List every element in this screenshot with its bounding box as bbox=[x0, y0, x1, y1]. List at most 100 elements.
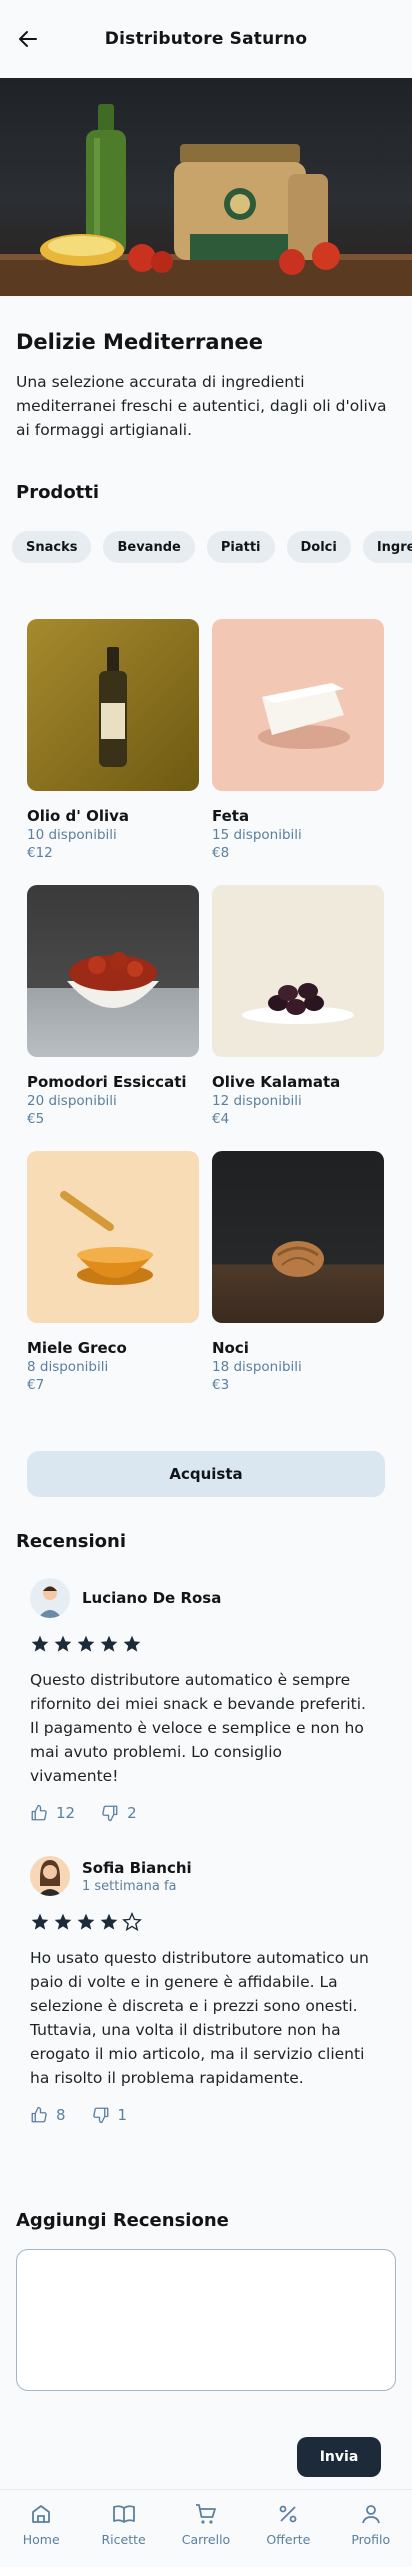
bottom-navigation: Home Ricette Carrello Offerte Profilo bbox=[0, 2489, 412, 2567]
product-price: €7 bbox=[27, 1377, 45, 1393]
olive-oil-bottle-illustration bbox=[99, 647, 127, 767]
review-text: Ho usato questo distributore automatico … bbox=[30, 1949, 369, 2087]
dislike-button[interactable]: 2 bbox=[101, 1804, 137, 1822]
product-card[interactable]: Miele Greco 8 disponibili €7 bbox=[27, 1151, 199, 1393]
review-item: Sofia Bianchi 1 settimana fa Ho usato qu… bbox=[30, 1856, 374, 2124]
star-filled-icon bbox=[100, 1635, 118, 1652]
product-stock: 12 disponibili bbox=[212, 1093, 302, 1109]
reviews-heading: Recensioni bbox=[16, 1531, 126, 1552]
avatar bbox=[30, 1856, 70, 1896]
product-price: €3 bbox=[212, 1377, 230, 1393]
app-header: Distributore Saturno bbox=[0, 0, 412, 78]
product-name: Miele Greco bbox=[27, 1339, 127, 1357]
nav-label: Home bbox=[22, 2532, 60, 2547]
cart-icon bbox=[195, 2504, 216, 2524]
star-filled-icon bbox=[100, 1913, 118, 1930]
star-rating bbox=[30, 1634, 374, 1654]
product-image bbox=[212, 1151, 384, 1323]
star-filled-icon bbox=[54, 1635, 72, 1652]
chip-piatti[interactable]: Piatti bbox=[206, 531, 275, 563]
product-card[interactable]: Noci 18 disponibili €3 bbox=[212, 1151, 384, 1393]
hero-illustration bbox=[0, 104, 412, 296]
review-time: 1 settimana fa bbox=[82, 1878, 177, 1894]
thumbs-down-icon bbox=[102, 1805, 118, 1822]
review-header: Sofia Bianchi 1 settimana fa bbox=[30, 1856, 374, 1896]
chip-bevande[interactable]: Bevande bbox=[103, 531, 195, 563]
thumbs-down-icon bbox=[92, 2107, 108, 2124]
like-count: 8 bbox=[56, 2106, 66, 2124]
product-image bbox=[212, 885, 384, 1057]
thumbs-up-icon bbox=[31, 1804, 47, 1821]
review-text: Questo distributore automatico è sempre … bbox=[30, 1671, 366, 1785]
nav-item-carrello[interactable]: Carrello bbox=[171, 2502, 241, 2567]
like-button[interactable]: 8 bbox=[30, 2106, 66, 2124]
products-heading: Prodotti bbox=[16, 482, 100, 503]
chip-dolci[interactable]: Dolci bbox=[286, 531, 351, 563]
product-stock: 15 disponibili bbox=[212, 827, 302, 843]
product-price: €8 bbox=[212, 845, 230, 861]
buy-button[interactable]: Acquista bbox=[27, 1451, 385, 1497]
page-title: Distributore Saturno bbox=[104, 29, 308, 49]
reviewer-name: Luciano De Rosa bbox=[82, 1589, 222, 1607]
product-price: €12 bbox=[27, 845, 53, 861]
nav-item-offerte[interactable]: Offerte bbox=[253, 2502, 323, 2567]
product-stock: 20 disponibili bbox=[27, 1093, 117, 1109]
product-card[interactable]: Pomodori Essiccati 20 disponibili €5 bbox=[27, 885, 199, 1127]
avatar bbox=[30, 1578, 70, 1618]
honey-illustration bbox=[60, 1190, 153, 1285]
review-actions: 8 1 bbox=[30, 2106, 374, 2124]
product-grid: Olio d' Oliva 10 disponibili €12 Feta 15… bbox=[27, 619, 412, 1393]
nav-item-ricette[interactable]: Ricette bbox=[89, 2502, 159, 2567]
olives-illustration bbox=[242, 983, 354, 1024]
product-image bbox=[27, 885, 199, 1057]
dislike-count: 1 bbox=[117, 2106, 128, 2124]
product-name: Olio d' Oliva bbox=[27, 807, 130, 825]
star-outline-icon bbox=[122, 1912, 142, 1932]
product-price: €5 bbox=[27, 1111, 45, 1127]
walnut-illustration bbox=[272, 1241, 324, 1277]
back-arrow-icon[interactable] bbox=[16, 27, 40, 51]
product-stock: 10 disponibili bbox=[27, 827, 117, 843]
chip-snacks[interactable]: Snacks bbox=[12, 531, 92, 563]
review-item: Luciano De Rosa Questo distributore auto… bbox=[30, 1578, 374, 1822]
nav-item-profilo[interactable]: Profilo bbox=[336, 2502, 406, 2567]
product-price: €4 bbox=[212, 1111, 230, 1127]
product-card[interactable]: Olive Kalamata 12 disponibili €4 bbox=[212, 885, 384, 1127]
nav-item-home[interactable]: Home bbox=[6, 2502, 76, 2567]
review-textarea[interactable] bbox=[16, 2249, 396, 2391]
add-review-heading: Aggiungi Recensione bbox=[16, 2210, 229, 2231]
product-name: Noci bbox=[212, 1339, 249, 1357]
percent-icon bbox=[279, 2505, 297, 2523]
dried-tomatoes-illustration bbox=[67, 952, 159, 1008]
nav-label: Profilo bbox=[351, 2532, 391, 2547]
dislike-button[interactable]: 1 bbox=[92, 2106, 128, 2124]
product-name: Feta bbox=[212, 807, 250, 825]
like-button[interactable]: 12 bbox=[30, 1804, 75, 1822]
chip-ingredienti[interactable]: Ingredienti bbox=[362, 531, 412, 563]
thumbs-up-icon bbox=[31, 2106, 47, 2123]
product-card[interactable]: Olio d' Oliva 10 disponibili €12 bbox=[27, 619, 199, 861]
section-heading: Delizie Mediterranee bbox=[16, 330, 264, 354]
nav-label: Offerte bbox=[266, 2532, 311, 2547]
section-description: Una selezione accurata di ingredienti me… bbox=[16, 373, 387, 439]
book-icon bbox=[112, 2505, 135, 2523]
star-filled-icon bbox=[123, 1635, 141, 1652]
reviewer-name: Sofia Bianchi bbox=[82, 1858, 192, 1877]
star-filled-icon bbox=[77, 1635, 95, 1652]
product-image bbox=[27, 1151, 199, 1323]
nav-label: Ricette bbox=[101, 2532, 146, 2547]
product-card[interactable]: Feta 15 disponibili €8 bbox=[212, 619, 384, 861]
product-name: Olive Kalamata bbox=[212, 1073, 341, 1091]
send-review-button[interactable]: Invia bbox=[297, 2437, 381, 2477]
product-stock: 18 disponibili bbox=[212, 1359, 302, 1375]
review-header: Luciano De Rosa bbox=[30, 1578, 374, 1618]
hero-image bbox=[0, 78, 412, 296]
feta-illustration bbox=[258, 683, 350, 749]
product-name: Pomodori Essiccati bbox=[27, 1073, 187, 1091]
like-count: 12 bbox=[56, 1804, 76, 1822]
star-filled-icon bbox=[31, 1913, 49, 1930]
product-image bbox=[27, 619, 199, 791]
product-stock: 8 disponibili bbox=[27, 1359, 109, 1375]
user-icon bbox=[361, 2505, 380, 2524]
category-chips: Snacks Bevande Piatti Dolci Ingredienti bbox=[0, 531, 412, 563]
